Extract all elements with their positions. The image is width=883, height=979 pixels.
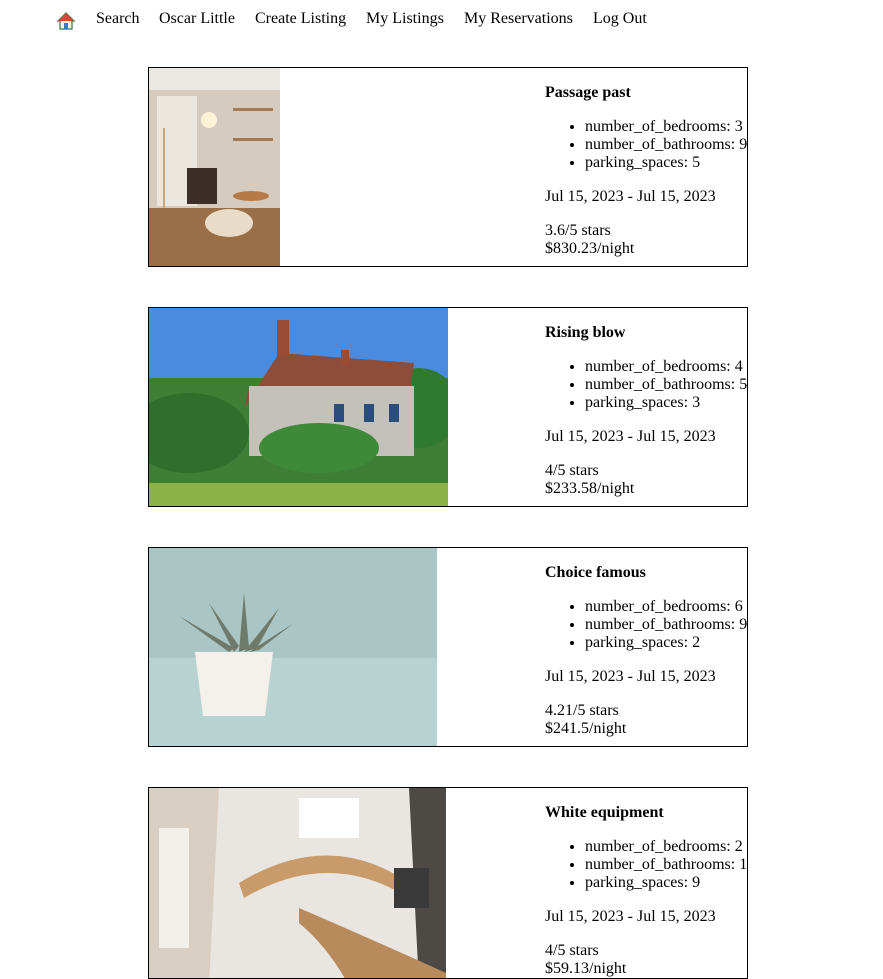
listing-title: White equipment xyxy=(545,804,664,821)
nav-my-listings-link[interactable]: My Listings xyxy=(366,10,444,28)
listing-price: $241.5/night xyxy=(545,720,627,737)
listing-info: Rising blow number_of_bedrooms: 4 number… xyxy=(545,324,747,498)
listing-title: Choice famous xyxy=(545,564,646,581)
listing-rating: 4.21/5 stars xyxy=(545,702,619,719)
listing-price: $830.23/night xyxy=(545,240,635,257)
listing-photo xyxy=(149,308,448,506)
house-icon[interactable] xyxy=(57,12,75,30)
listing-dates: Jul 15, 2023 - Jul 15, 2023 xyxy=(545,188,716,205)
listing-features: number_of_bedrooms: 3 number_of_bathroom… xyxy=(545,118,747,172)
listing-price: $59.13/night xyxy=(545,960,627,977)
feature-bedrooms: number_of_bedrooms: 4 xyxy=(585,358,747,376)
feature-bedrooms: number_of_bedrooms: 3 xyxy=(585,118,747,136)
nav-logout-link[interactable]: Log Out xyxy=(593,10,647,28)
feature-bathrooms: number_of_bathrooms: 5 xyxy=(585,376,747,394)
feature-parking: parking_spaces: 2 xyxy=(585,634,747,652)
feature-parking: parking_spaces: 5 xyxy=(585,154,747,172)
nav-search-link[interactable]: Search xyxy=(96,10,140,28)
feature-bedrooms: number_of_bedrooms: 2 xyxy=(585,838,747,856)
listing-dates: Jul 15, 2023 - Jul 15, 2023 xyxy=(545,908,716,925)
nav-profile-link[interactable]: Oscar Little xyxy=(159,10,235,28)
listing-info: Passage past number_of_bedrooms: 3 numbe… xyxy=(545,84,747,258)
listing-info: Choice famous number_of_bedrooms: 6 numb… xyxy=(545,564,747,738)
listing-card[interactable]: White equipment number_of_bedrooms: 2 nu… xyxy=(148,787,748,979)
feature-parking: parking_spaces: 3 xyxy=(585,394,747,412)
listing-card[interactable]: Passage past number_of_bedrooms: 3 numbe… xyxy=(148,67,748,267)
listing-title: Passage past xyxy=(545,84,631,101)
listing-photo xyxy=(149,548,437,746)
feature-parking: parking_spaces: 9 xyxy=(585,874,747,892)
listing-title: Rising blow xyxy=(545,324,626,341)
listing-features: number_of_bedrooms: 6 number_of_bathroom… xyxy=(545,598,747,652)
listing-dates: Jul 15, 2023 - Jul 15, 2023 xyxy=(545,668,716,685)
listing-rating: 4/5 stars xyxy=(545,462,599,479)
listing-photo xyxy=(149,68,280,266)
listing-info: White equipment number_of_bedrooms: 2 nu… xyxy=(545,804,747,978)
listing-card[interactable]: Rising blow number_of_bedrooms: 4 number… xyxy=(148,307,748,507)
listing-card[interactable]: Choice famous number_of_bedrooms: 6 numb… xyxy=(148,547,748,747)
listing-rating: 4/5 stars xyxy=(545,942,599,959)
listing-photo xyxy=(149,788,446,978)
listing-price: $233.58/night xyxy=(545,480,635,497)
feature-bathrooms: number_of_bathrooms: 9 xyxy=(585,616,747,634)
nav-my-reservations-link[interactable]: My Reservations xyxy=(464,10,573,28)
feature-bathrooms: number_of_bathrooms: 1 xyxy=(585,856,747,874)
listing-features: number_of_bedrooms: 4 number_of_bathroom… xyxy=(545,358,747,412)
nav-create-listing-link[interactable]: Create Listing xyxy=(255,10,346,28)
listing-rating: 3.6/5 stars xyxy=(545,222,611,239)
feature-bathrooms: number_of_bathrooms: 9 xyxy=(585,136,747,154)
listing-dates: Jul 15, 2023 - Jul 15, 2023 xyxy=(545,428,716,445)
listing-features: number_of_bedrooms: 2 number_of_bathroom… xyxy=(545,838,747,892)
feature-bedrooms: number_of_bedrooms: 6 xyxy=(585,598,747,616)
